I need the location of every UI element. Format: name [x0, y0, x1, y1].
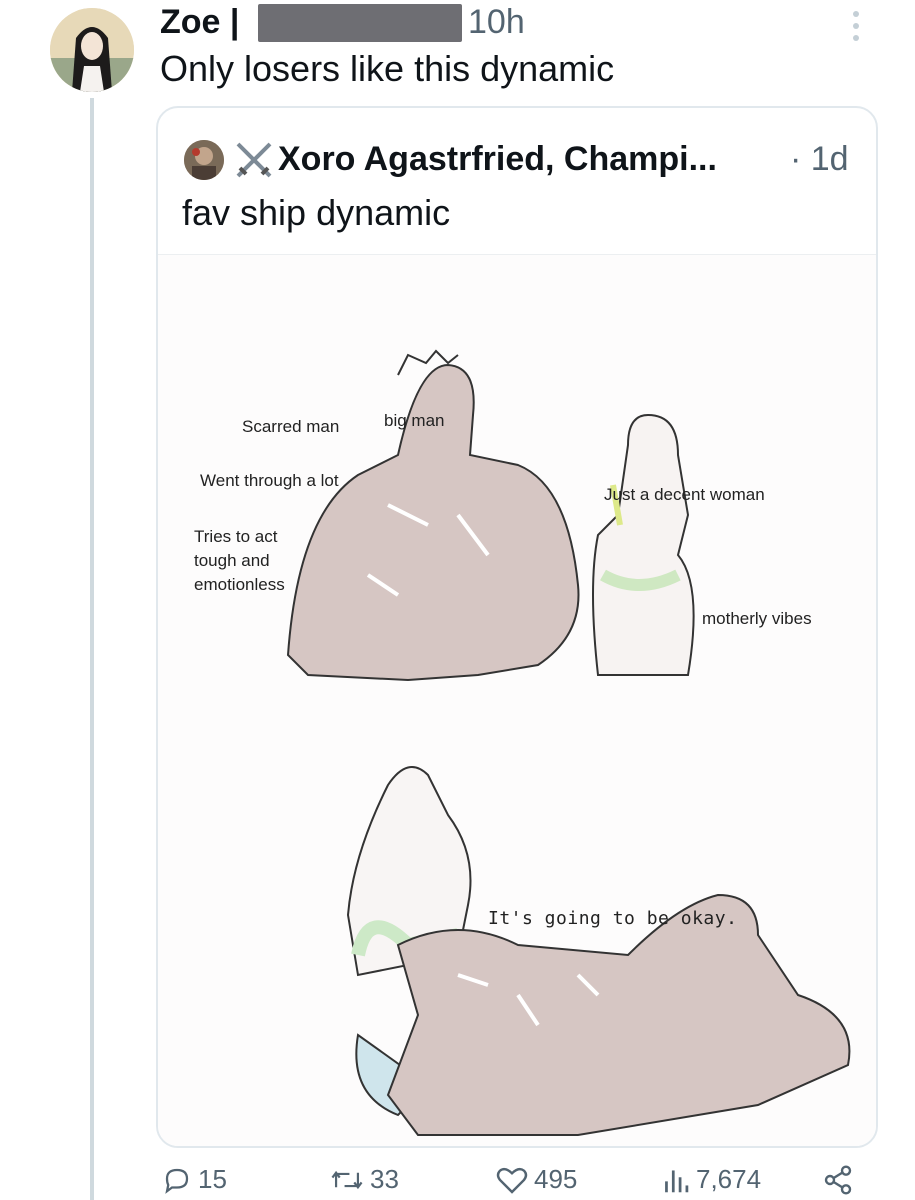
quote-tweet-card[interactable]: Xoro Agastrfried, Champi... · 1d fav shi…: [156, 106, 878, 1148]
avatar-image: [50, 8, 134, 92]
reply-count: 15: [198, 1164, 227, 1194]
more-icon[interactable]: [848, 8, 864, 44]
like-button[interactable]: 495: [496, 1164, 577, 1195]
quote-timestamp[interactable]: · 1d: [790, 134, 849, 184]
reply-icon: [165, 1168, 189, 1194]
quote-avatar-image: [184, 140, 224, 180]
comic-drawing: [286, 349, 851, 1136]
retweet-icon: [331, 1170, 363, 1189]
thread-line: [90, 98, 94, 1200]
label-decent-woman: Just a decent woman: [604, 485, 765, 504]
views-icon: [665, 1169, 689, 1192]
redacted-handle: [258, 4, 462, 42]
label-tries-to-act: Tries to act tough and emotionless: [194, 527, 285, 594]
author-name[interactable]: Zoe |: [160, 0, 239, 44]
label-went-through: Went through a lot: [200, 471, 339, 490]
label-motherly-vibes: motherly vibes: [702, 609, 812, 628]
views-count: 7,674: [696, 1164, 762, 1194]
quote-text: fav ship dynamic: [182, 192, 451, 233]
share-button[interactable]: [822, 1164, 854, 1196]
quote-media-image[interactable]: Scarred man big man Went through a lot T…: [158, 254, 876, 1146]
crossed-swords-icon: [236, 142, 272, 178]
share-icon: [824, 1165, 852, 1195]
reply-button[interactable]: 15: [162, 1164, 227, 1195]
action-bar: 15 33 495 7,674: [0, 1164, 915, 1200]
quote-author-name[interactable]: Xoro Agastrfried, Champi...: [278, 134, 717, 184]
retweet-count: 33: [370, 1164, 399, 1194]
label-scarred-man: Scarred man: [242, 417, 340, 436]
label-its-okay: It's going to be okay.: [488, 908, 738, 929]
label-big-man: big man: [384, 411, 445, 430]
quote-author-avatar[interactable]: [184, 140, 224, 180]
tweet-timestamp[interactable]: 10h: [468, 0, 525, 44]
tweet-text: Only losers like this dynamic: [160, 48, 615, 89]
author-avatar[interactable]: [50, 8, 134, 92]
views-button[interactable]: 7,674: [662, 1164, 761, 1195]
like-count: 495: [534, 1164, 578, 1194]
like-icon: [496, 1167, 528, 1194]
retweet-button[interactable]: 33: [330, 1164, 399, 1195]
